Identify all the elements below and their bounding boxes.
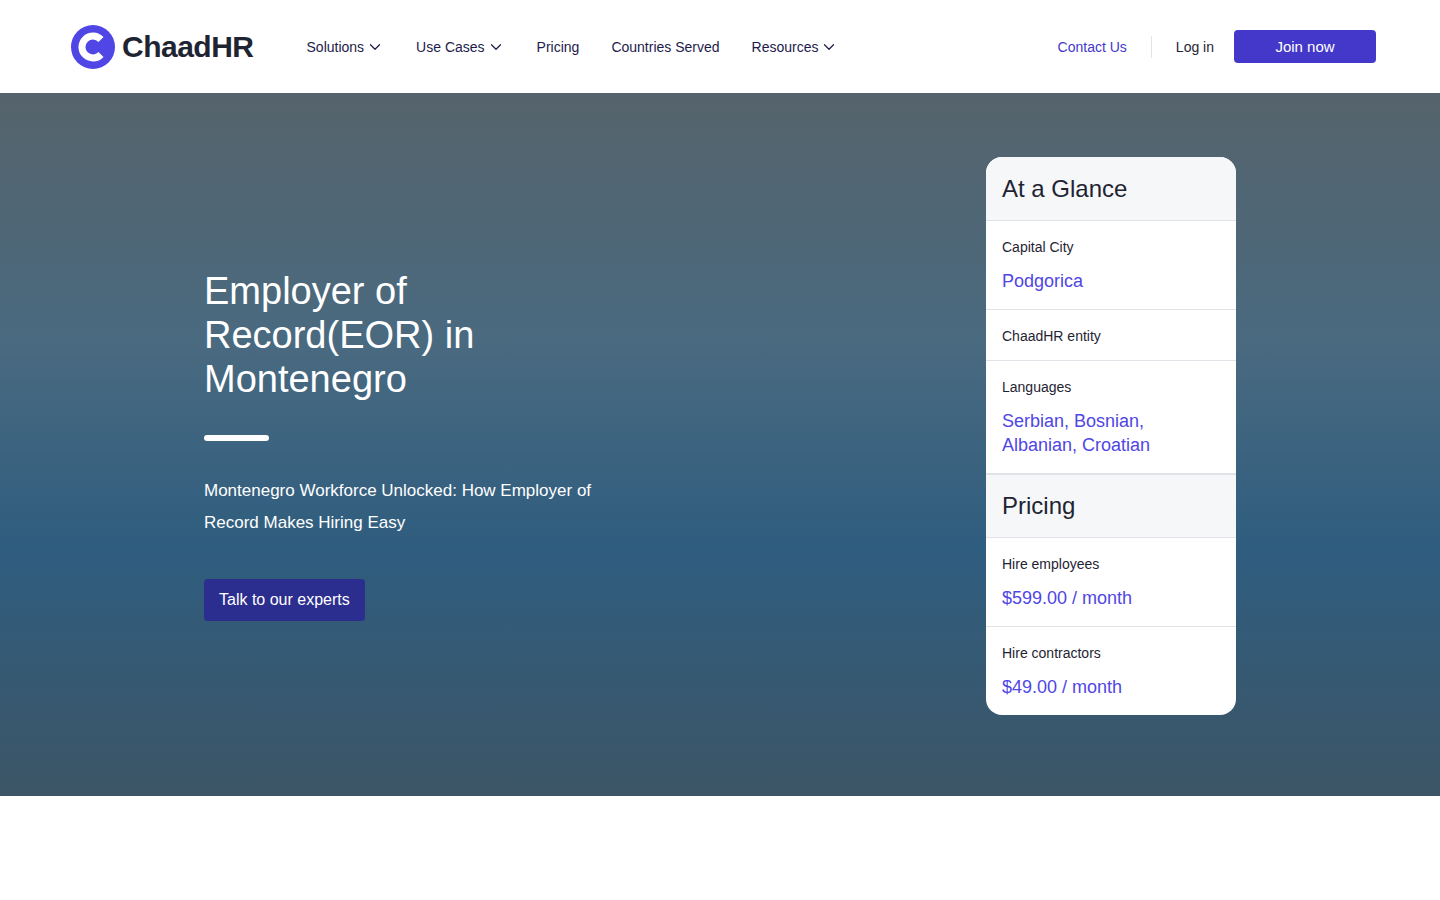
join-button[interactable]: Join now — [1234, 30, 1376, 63]
info-value: $49.00 / month — [1002, 675, 1220, 699]
info-value: Serbian, Bosnian, Albanian, Croatian — [1002, 409, 1220, 457]
nav-item[interactable]: Pricing — [537, 39, 580, 55]
card-heading: At a Glance — [986, 157, 1236, 221]
info-row: Capital City Podgorica — [986, 221, 1236, 310]
cta-button[interactable]: Talk to our experts — [204, 579, 365, 621]
logo-text: ChaadHR — [122, 30, 254, 64]
info-value: $599.00 / month — [1002, 586, 1220, 610]
contact-link[interactable]: Contact Us — [1058, 39, 1127, 55]
page: ChaadHR Solutions Use Cases Pricing Countrie… — [0, 0, 1440, 900]
hero-text: Employer of Record(EOR) in Montenegro Mon… — [204, 269, 644, 621]
nav-item[interactable]: Use Cases — [416, 38, 504, 56]
info-label: Capital City — [1002, 239, 1220, 255]
info-value: Podgorica — [1002, 269, 1220, 293]
card-heading: Pricing — [986, 474, 1236, 538]
logo[interactable]: ChaadHR — [70, 24, 254, 70]
nav-item[interactable]: Solutions — [307, 38, 385, 56]
main-nav: Solutions Use Cases Pricing Countries Serve… — [307, 38, 1058, 56]
glance-card: At a Glance Capital City Podgorica ChaadHR … — [986, 157, 1236, 715]
chevron-down-icon — [820, 38, 838, 56]
info-row: Hire contractors $49.00 / month — [986, 627, 1236, 715]
nav-item[interactable]: Countries Served — [611, 39, 719, 55]
info-row: ChaadHR entity — [986, 310, 1236, 361]
chevron-down-icon — [366, 38, 384, 56]
info-row: Languages Serbian, Bosnian, Albanian, Cro… — [986, 361, 1236, 474]
title-underline — [204, 435, 269, 441]
info-label: ChaadHR entity — [1002, 328, 1220, 344]
nav-item[interactable]: Resources — [752, 38, 839, 56]
info-row: Hire employees $599.00 / month — [986, 538, 1236, 627]
divider — [1151, 36, 1152, 58]
hero: Employer of Record(EOR) in Montenegro Mon… — [0, 93, 1440, 796]
info-label: Hire employees — [1002, 556, 1220, 572]
hero-title: Employer of Record(EOR) in Montenegro — [204, 269, 544, 401]
info-label: Languages — [1002, 379, 1220, 395]
info-label: Hire contractors — [1002, 645, 1220, 661]
header: ChaadHR Solutions Use Cases Pricing Countrie… — [0, 0, 1440, 93]
logo-icon — [70, 24, 116, 70]
chevron-down-icon — [487, 38, 505, 56]
header-actions: Contact Us Log in Join now — [1058, 30, 1376, 63]
login-link[interactable]: Log in — [1176, 39, 1214, 55]
hero-subtitle: Montenegro Workforce Unlocked: How Emplo… — [204, 475, 644, 539]
